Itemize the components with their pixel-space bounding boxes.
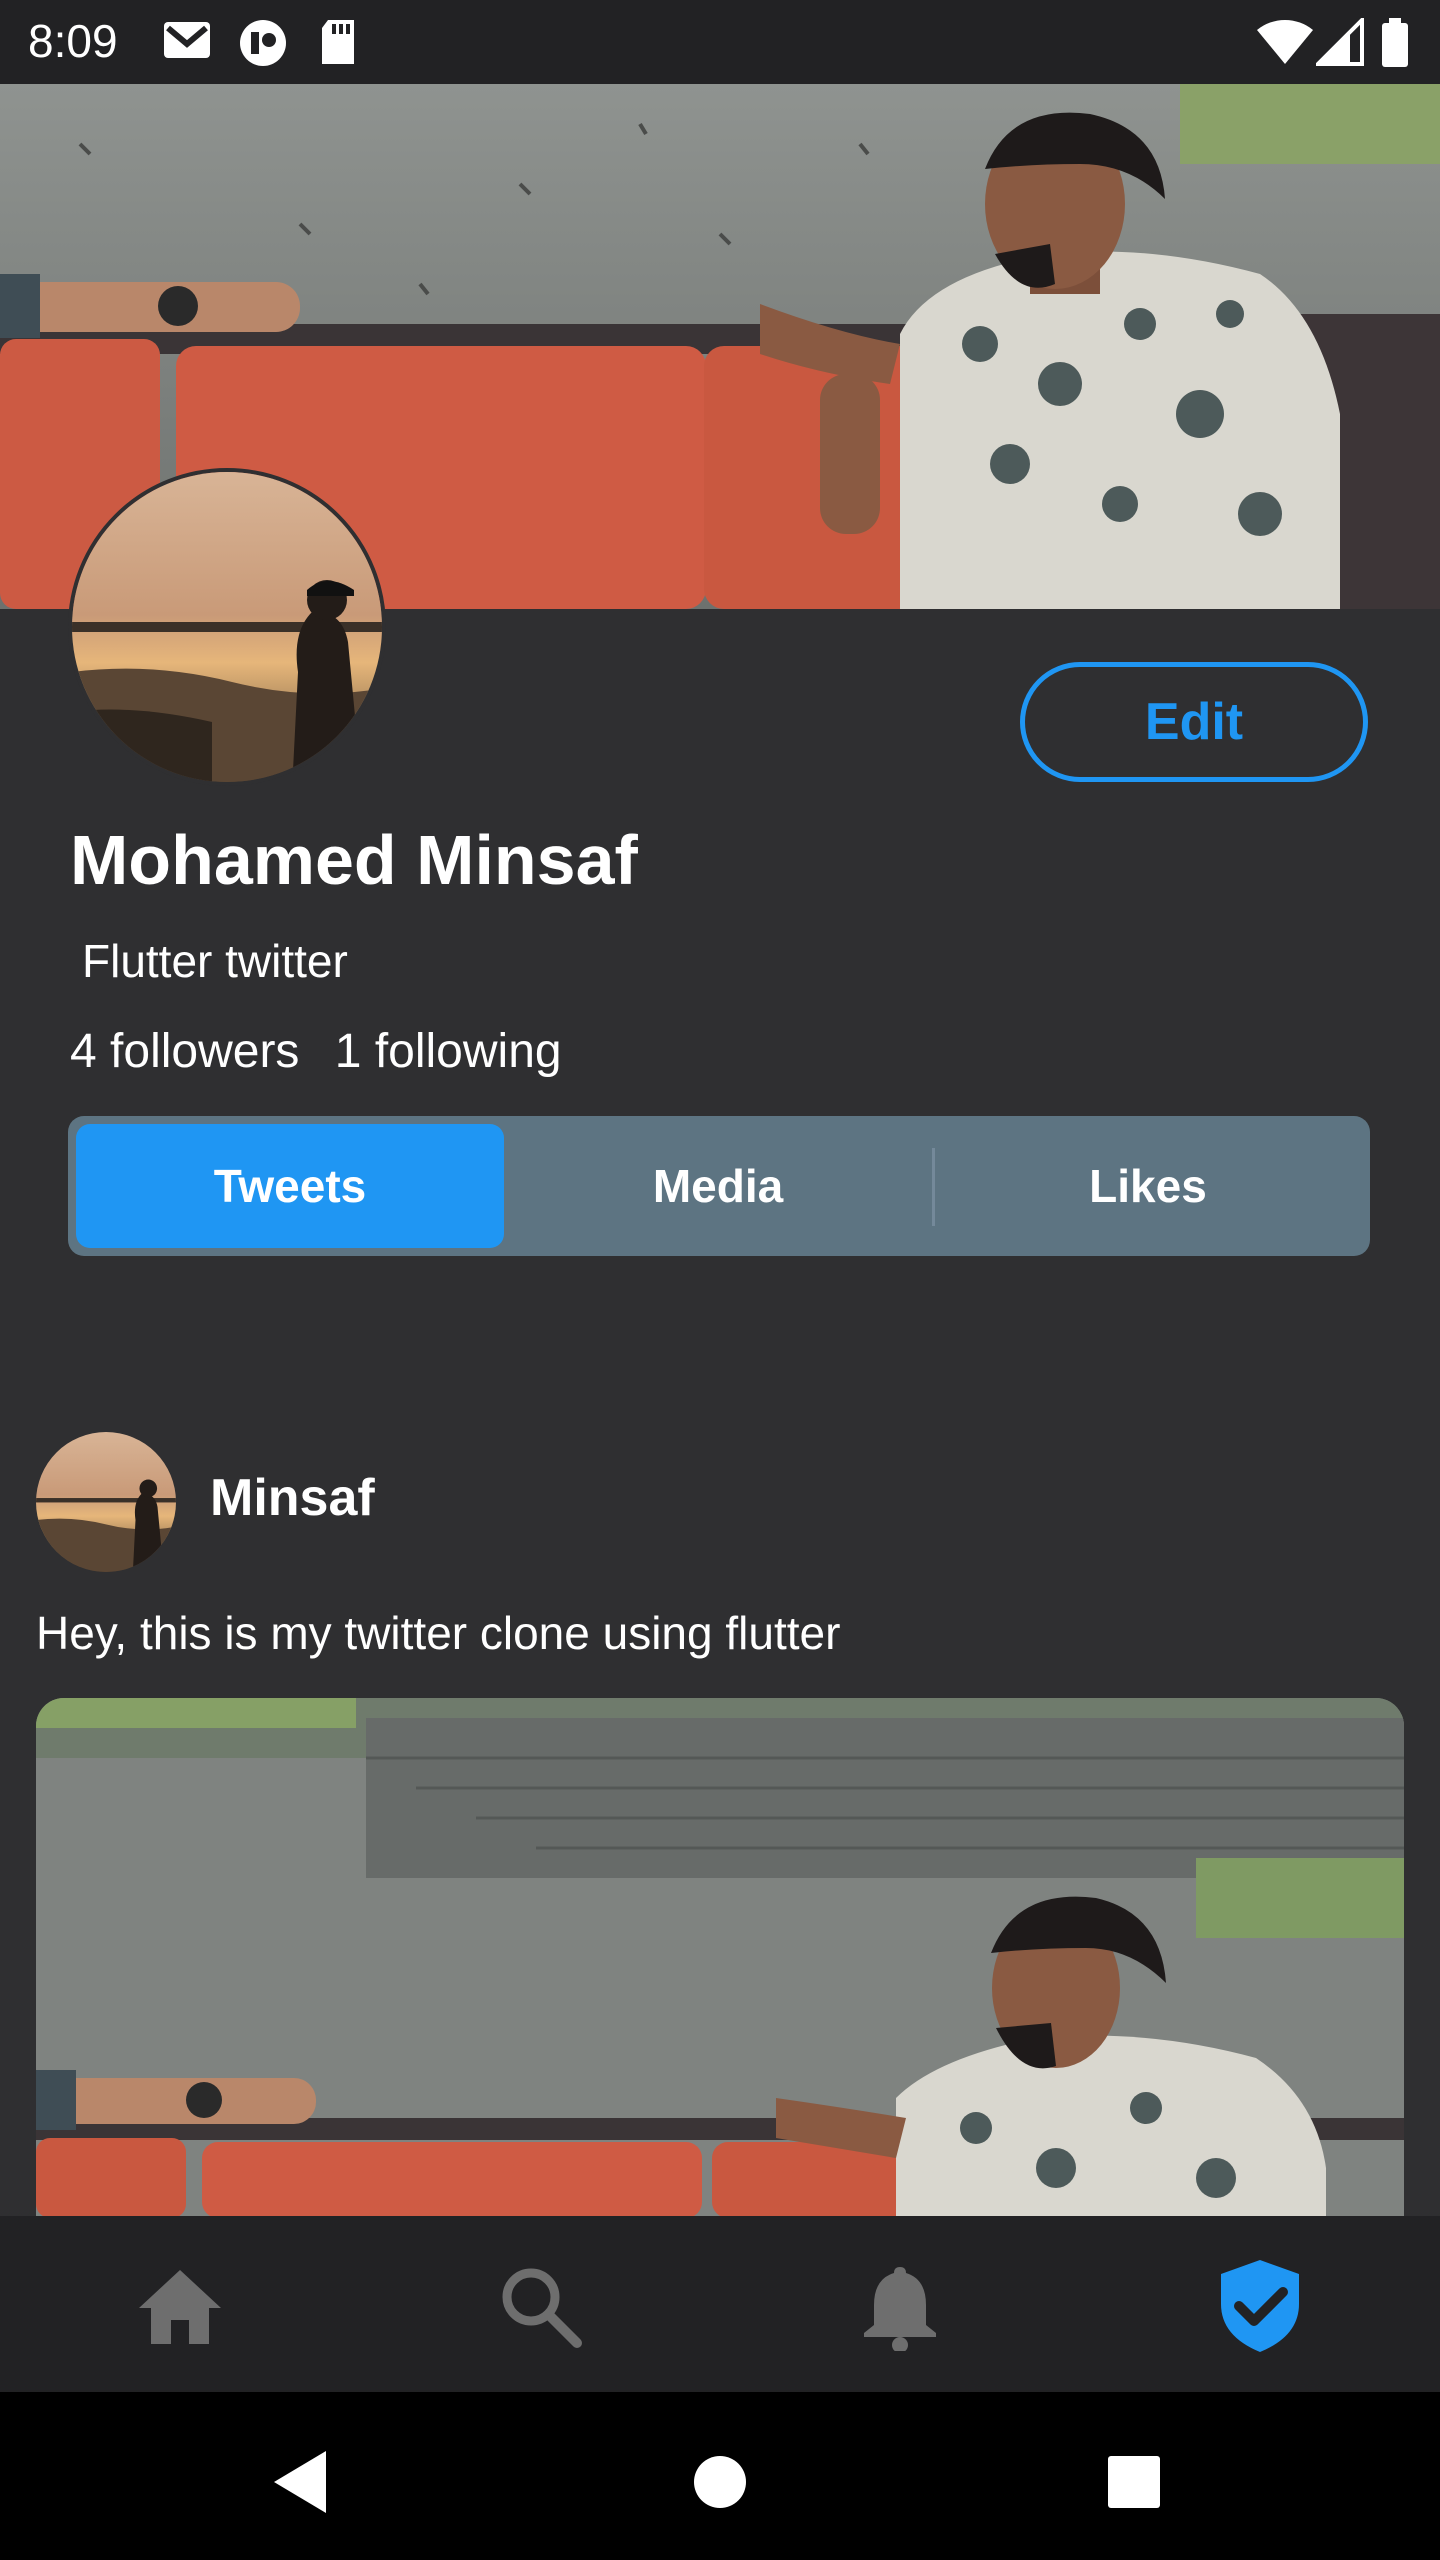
tweet-author-name[interactable]: Minsaf — [210, 1468, 375, 1528]
sd-card-icon — [322, 20, 354, 64]
tab-tweets[interactable]: Tweets — [76, 1124, 504, 1248]
battery-icon — [1382, 18, 1408, 67]
nav-search[interactable] — [480, 2246, 600, 2366]
tab-divider — [932, 1148, 935, 1226]
home-circle-icon — [694, 2456, 746, 2508]
wifi-icon — [1257, 19, 1313, 64]
profile-bio: Flutter twitter — [82, 935, 348, 987]
bell-icon — [864, 2267, 936, 2351]
bottom-navigation — [0, 2216, 1440, 2392]
verified-shield-icon — [1221, 2260, 1299, 2352]
tweet-text: Hey, this is my twitter clone using flut… — [36, 1607, 841, 1659]
tab-media[interactable]: Media — [504, 1124, 932, 1248]
nav-home[interactable] — [120, 2246, 240, 2366]
app-icon — [240, 20, 286, 66]
nav-notifications[interactable] — [840, 2246, 960, 2366]
following-count[interactable]: 1 following — [335, 1025, 562, 1078]
status-time: 8:09 — [28, 15, 118, 67]
avatar-image — [72, 472, 382, 782]
search-icon — [502, 2268, 582, 2348]
signal-icon — [1316, 18, 1364, 66]
profile-name: Mohamed Minsaf — [70, 821, 638, 899]
profile-tabs: Tweets Media Likes — [68, 1116, 1370, 1256]
tab-likes[interactable]: Likes — [934, 1124, 1362, 1248]
back-triangle-icon — [274, 2451, 326, 2513]
status-bar — [0, 0, 1440, 84]
gmail-icon — [164, 22, 210, 58]
followers-count[interactable]: 4 followers — [70, 1025, 299, 1078]
profile-avatar[interactable] — [68, 468, 386, 786]
follow-stats: 4 followers 1 following — [70, 1024, 584, 1079]
tweet-image[interactable] — [36, 1698, 1404, 2218]
nav-profile[interactable] — [1200, 2246, 1320, 2366]
home-icon — [139, 2270, 221, 2344]
tweet-photo — [36, 1698, 1404, 2218]
edit-profile-button[interactable]: Edit — [1020, 662, 1368, 782]
tweet-author-avatar[interactable] — [36, 1432, 176, 1572]
system-recents-button[interactable] — [1084, 2432, 1184, 2532]
system-back-button[interactable] — [250, 2432, 350, 2532]
recents-square-icon — [1108, 2456, 1160, 2508]
system-home-button[interactable] — [670, 2432, 770, 2532]
system-navigation-bar — [0, 2392, 1440, 2560]
tweet-avatar-image — [36, 1432, 176, 1572]
